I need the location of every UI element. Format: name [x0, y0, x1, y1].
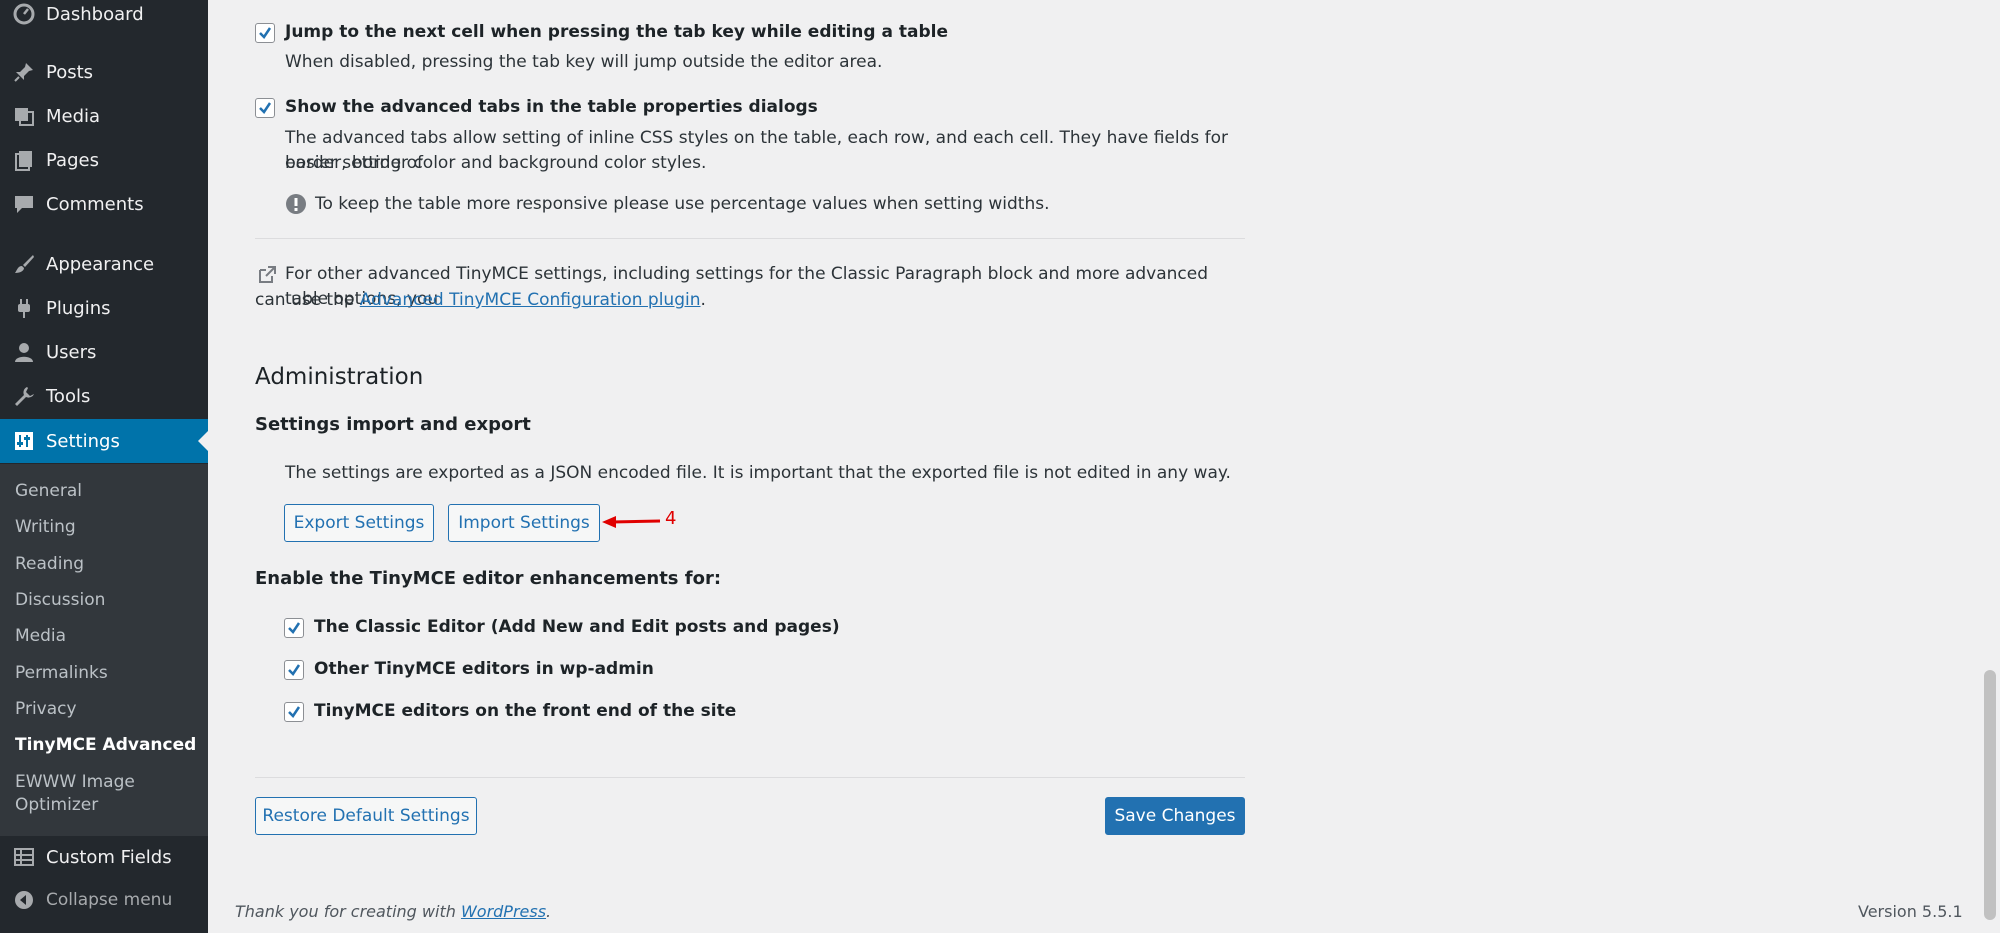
- menu-label: Settings: [46, 430, 120, 452]
- menu-users[interactable]: Users: [0, 330, 208, 374]
- advanced-config-plugin-link[interactable]: Advanced TinyMCE Configuration plugin: [360, 290, 701, 310]
- menu-label: Posts: [46, 61, 94, 83]
- collapse-icon: [12, 888, 36, 912]
- submenu-ewww-line1[interactable]: EWWW Image: [15, 771, 135, 794]
- checkmark-icon: [288, 706, 301, 718]
- menu-pages[interactable]: Pages: [0, 138, 208, 182]
- warning-icon: [285, 193, 307, 215]
- enable-heading: Enable the TinyMCE editor enhancements f…: [255, 568, 722, 589]
- menu-plugins[interactable]: Plugins: [0, 286, 208, 330]
- menu-label: Plugins: [46, 297, 111, 319]
- other-editors-checkbox[interactable]: [284, 660, 304, 680]
- admin-sidebar: Dashboard Posts Media Pages Comments App…: [0, 0, 208, 933]
- footer-thanks: Thank you for creating with WordPress.: [235, 902, 551, 921]
- submenu-permalinks[interactable]: Permalinks: [15, 662, 108, 685]
- responsive-notice: To keep the table more responsive please…: [315, 194, 1050, 214]
- plugin-icon: [12, 296, 36, 320]
- wordpress-link[interactable]: WordPress: [461, 902, 546, 921]
- pages-icon: [12, 148, 36, 172]
- comments-icon: [12, 192, 36, 216]
- dashboard-icon: [12, 2, 36, 26]
- scrollbar[interactable]: [1980, 0, 2000, 933]
- advanced-tabs-desc-line2: border, border color and background colo…: [285, 153, 707, 173]
- import-settings-button[interactable]: Import Settings: [448, 504, 600, 542]
- red-arrow-annotation: [602, 512, 662, 532]
- menu-custom-fields[interactable]: Custom Fields: [0, 835, 208, 879]
- collapse-menu[interactable]: Collapse menu: [0, 878, 208, 922]
- front-end-label[interactable]: TinyMCE editors on the front end of the …: [314, 701, 736, 721]
- menu-label: Custom Fields: [46, 846, 172, 868]
- checkmark-icon: [259, 27, 272, 39]
- wrench-icon: [12, 384, 36, 408]
- menu-tools[interactable]: Tools: [0, 374, 208, 418]
- footer-version: Version 5.5.1: [1858, 902, 1963, 921]
- advanced-tabs-label[interactable]: Show the advanced tabs in the table prop…: [285, 97, 818, 117]
- front-end-checkbox[interactable]: [284, 702, 304, 722]
- checkmark-icon: [288, 622, 301, 634]
- submenu-tinymce-advanced[interactable]: TinyMCE Advanced: [15, 734, 196, 757]
- import-export-desc: The settings are exported as a JSON enco…: [285, 463, 1231, 483]
- checkmark-icon: [259, 102, 272, 114]
- menu-label: Media: [46, 105, 101, 127]
- menu-media[interactable]: Media: [0, 94, 208, 138]
- footer-prefix: Thank you for creating with: [235, 902, 456, 921]
- pin-icon: [12, 60, 36, 84]
- menu-label: Appearance: [46, 253, 155, 275]
- restore-defaults-button[interactable]: Restore Default Settings: [255, 797, 477, 835]
- other-editors-label[interactable]: Other TinyMCE editors in wp-admin: [314, 659, 654, 679]
- submenu-discussion[interactable]: Discussion: [15, 589, 105, 612]
- other-settings-suffix: .: [700, 290, 706, 310]
- menu-label: Tools: [46, 385, 91, 407]
- other-settings-prefix: can use the: [255, 290, 355, 310]
- export-settings-button[interactable]: Export Settings: [284, 504, 434, 542]
- media-icon: [12, 104, 36, 128]
- menu-label: Users: [46, 341, 97, 363]
- footer-suffix: .: [546, 902, 552, 921]
- submenu-reading[interactable]: Reading: [15, 553, 84, 576]
- divider: [255, 238, 1245, 239]
- menu-dashboard[interactable]: Dashboard: [0, 0, 208, 36]
- table-icon: [12, 845, 36, 869]
- submenu-ewww-line2[interactable]: Optimizer: [15, 794, 98, 817]
- submenu-media[interactable]: Media: [15, 625, 66, 648]
- other-settings-line2: can use the Advanced TinyMCE Configurati…: [255, 288, 706, 313]
- import-export-heading: Settings import and export: [255, 414, 531, 435]
- advanced-tabs-checkbox[interactable]: [255, 98, 275, 118]
- submenu-writing[interactable]: Writing: [15, 516, 76, 539]
- tab-jump-label[interactable]: Jump to the next cell when pressing the …: [285, 22, 948, 42]
- submenu-general[interactable]: General: [15, 480, 82, 503]
- menu-settings[interactable]: Settings: [0, 419, 208, 463]
- menu-comments[interactable]: Comments: [0, 182, 208, 226]
- menu-label: Pages: [46, 149, 99, 171]
- menu-label: Dashboard: [46, 3, 144, 25]
- checkmark-icon: [288, 664, 301, 676]
- settings-submenu: General Writing Reading Discussion Media…: [0, 464, 208, 836]
- administration-heading: Administration: [255, 364, 424, 390]
- menu-appearance[interactable]: Appearance: [0, 242, 208, 286]
- menu-posts[interactable]: Posts: [0, 50, 208, 94]
- classic-editor-label[interactable]: The Classic Editor (Add New and Edit pos…: [314, 617, 840, 637]
- brush-icon: [12, 252, 36, 276]
- settings-icon: [12, 429, 36, 453]
- menu-label: Comments: [46, 193, 144, 215]
- external-link-icon: [257, 265, 277, 285]
- tab-jump-desc: When disabled, pressing the tab key will…: [285, 52, 883, 72]
- annotation-number: 4: [665, 508, 677, 529]
- divider: [255, 777, 1245, 778]
- tab-jump-checkbox[interactable]: [255, 23, 275, 43]
- scrollbar-thumb[interactable]: [1984, 670, 1996, 920]
- classic-editor-checkbox[interactable]: [284, 618, 304, 638]
- submenu-privacy[interactable]: Privacy: [15, 698, 77, 721]
- users-icon: [12, 340, 36, 364]
- save-changes-button[interactable]: Save Changes: [1105, 797, 1245, 835]
- menu-label: Collapse menu: [46, 890, 173, 910]
